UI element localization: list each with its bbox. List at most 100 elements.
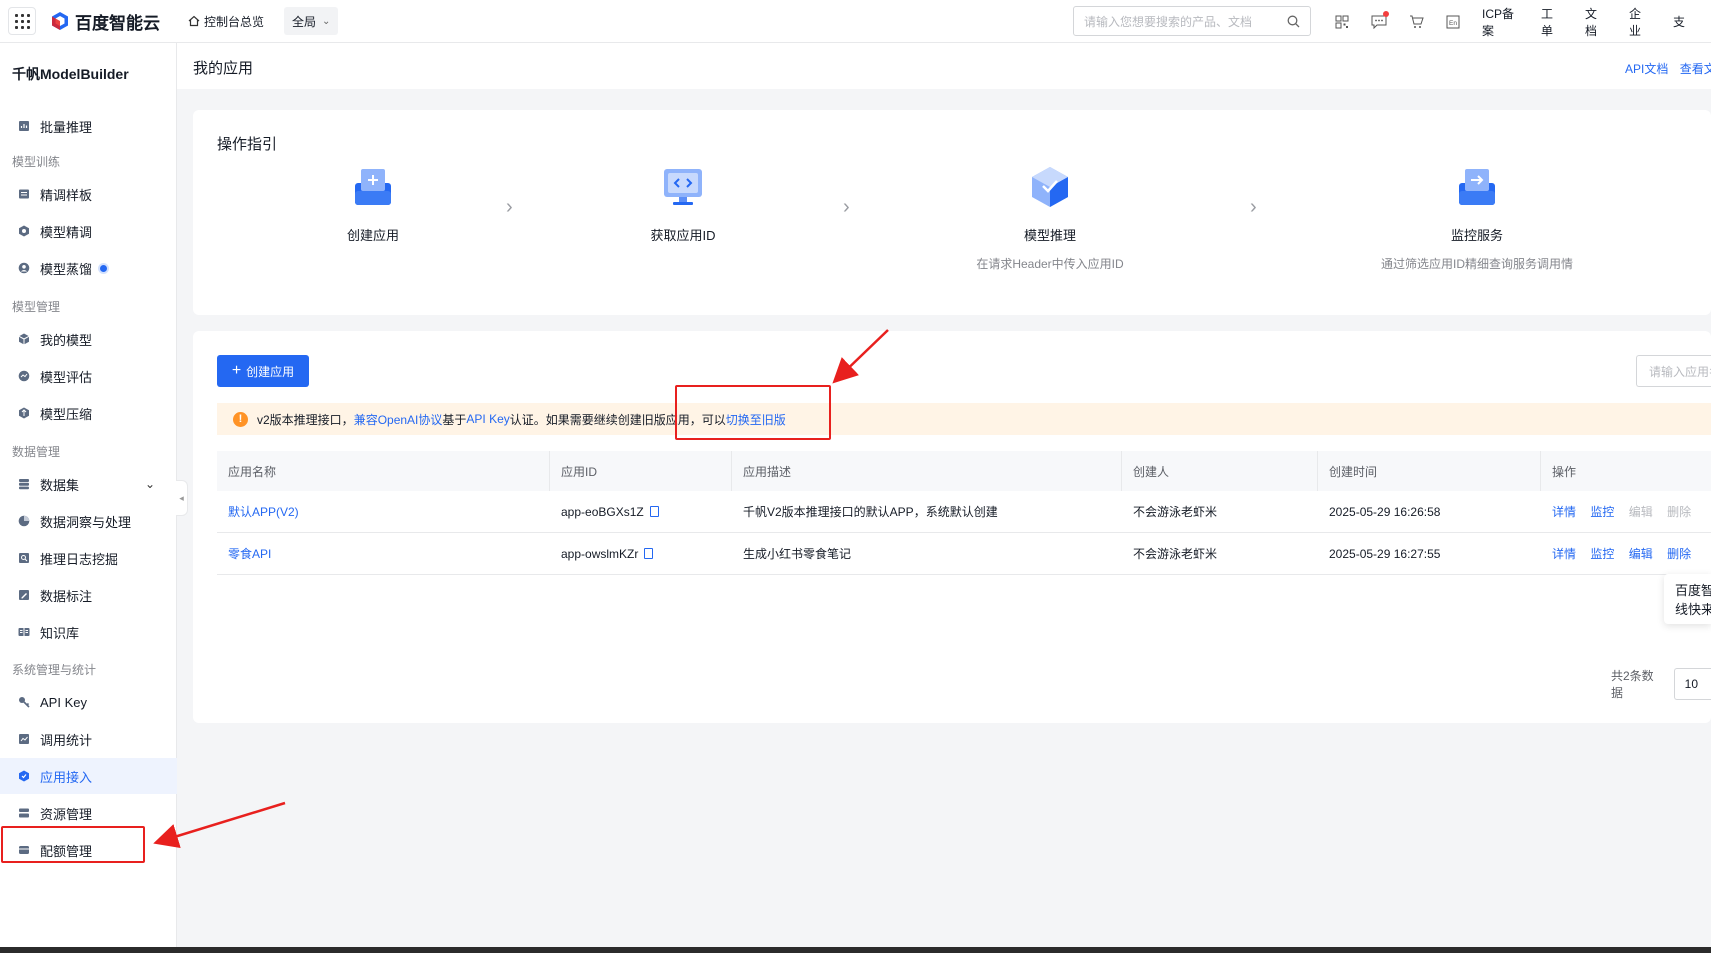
- app-creator: 不会游泳老虾米: [1133, 547, 1218, 561]
- sidebar-item-tune-template[interactable]: 精调样板: [0, 176, 177, 212]
- chevron-down-icon[interactable]: ⌄: [145, 477, 155, 491]
- edit-link[interactable]: 编辑: [1629, 547, 1653, 561]
- col-header-name: 应用名称: [217, 451, 550, 491]
- api-key-link[interactable]: API Key: [466, 412, 509, 426]
- page-links: API文档 查看文: [1625, 60, 1711, 77]
- brand-logo[interactable]: 百度智能云: [50, 9, 160, 34]
- create-app-button[interactable]: + 创建应用: [217, 355, 309, 387]
- log-icon: [17, 552, 30, 565]
- promo-line-1: 百度智: [1675, 583, 1711, 598]
- sidebar-item-label: 调用统计: [40, 732, 93, 748]
- page-size-select[interactable]: 10: [1673, 668, 1711, 700]
- batch-icon: [17, 120, 30, 133]
- sidebar-item-knowledge-base[interactable]: 知识库: [0, 614, 177, 650]
- app-grid-icon[interactable]: [8, 7, 36, 35]
- sidebar-collapse-handle[interactable]: ◂: [176, 480, 188, 516]
- sidebar-item-batch-inference[interactable]: 批量推理: [0, 108, 177, 144]
- console-home-link[interactable]: 控制台总览: [188, 13, 264, 30]
- copy-icon[interactable]: [649, 505, 659, 517]
- tune-icon: [17, 225, 30, 238]
- guide-step-desc: 通过筛选应用ID精细查询服务调用情: [1380, 257, 1573, 271]
- monitor-link[interactable]: 监控: [1590, 505, 1614, 519]
- chevron-right-icon: ›: [506, 196, 513, 218]
- sidebar-item-app-access[interactable]: 应用接入: [0, 758, 177, 794]
- region-label: 全局: [292, 14, 317, 29]
- docs-link[interactable]: 文档: [1585, 5, 1603, 39]
- sidebar-item-call-stats[interactable]: 调用统计: [0, 721, 177, 757]
- message-icon[interactable]: [1371, 10, 1389, 31]
- api-docs-link[interactable]: API文档: [1625, 62, 1668, 76]
- key-icon: [17, 696, 30, 709]
- taskbar-strip: [0, 947, 1711, 953]
- sidebar-item-data-insight[interactable]: 数据洞察与处理: [0, 503, 177, 539]
- guide-step-create-app: 创建应用: [323, 165, 423, 244]
- app-name-filter-input[interactable]: 请输入应用名称: [1636, 355, 1711, 387]
- floating-promo-tip[interactable]: 百度智 线快来: [1664, 574, 1711, 624]
- home-icon: [188, 15, 200, 27]
- ticket-link[interactable]: 工单: [1541, 5, 1559, 39]
- sidebar-item-label: 推理日志挖掘: [40, 551, 119, 567]
- cube-icon: [17, 333, 30, 346]
- sidebar-item-label: API Key: [40, 694, 87, 710]
- sidebar-item-model-distill[interactable]: 模型蒸馏: [0, 250, 177, 286]
- enterprise-link[interactable]: 企业: [1629, 5, 1647, 39]
- sidebar-item-api-key[interactable]: API Key: [0, 684, 177, 720]
- sidebar-item-label: 模型蒸馏: [40, 261, 93, 277]
- annotation-box-app-access: [1, 826, 145, 863]
- chevron-down-icon: ⌄: [322, 15, 331, 27]
- sidebar-item-label: 模型压缩: [40, 406, 93, 422]
- search-placeholder: 请输入您想要搜索的产品、文档: [1084, 14, 1253, 29]
- region-select[interactable]: 全局 ⌄: [284, 7, 339, 35]
- delete-link[interactable]: 删除: [1667, 547, 1691, 561]
- guide-step-model-inference: 模型推理 在请求Header中传入应用ID: [950, 165, 1150, 272]
- unread-dot: [1383, 10, 1389, 17]
- guide-step-name: 创建应用: [346, 228, 399, 243]
- monitor-link[interactable]: 监控: [1590, 547, 1614, 561]
- monitor-service-illustration-icon: [1459, 169, 1495, 205]
- distill-icon: [17, 262, 30, 275]
- sidebar-item-model-compress[interactable]: 模型压缩: [0, 395, 177, 431]
- sidebar-item-label: 批量推理: [40, 119, 93, 135]
- sidebar-item-log-mining[interactable]: 推理日志挖掘: [0, 540, 177, 576]
- support-link[interactable]: 支: [1673, 13, 1685, 30]
- sidebar-group-system: 系统管理与统计: [12, 663, 97, 677]
- sidebar-item-datasets[interactable]: 数据集 ⌄: [0, 466, 177, 502]
- app-name-link[interactable]: 零食API: [228, 547, 271, 561]
- cart-icon[interactable]: [1409, 13, 1424, 31]
- sidebar-item-label: 应用接入: [40, 769, 93, 785]
- col-header-time: 创建时间: [1318, 451, 1541, 491]
- sidebar: 千帆ModelBuilder 批量推理 模型训练 精调样板 模型精调 模型蒸馏 …: [0, 43, 177, 953]
- view-docs-link[interactable]: 查看文: [1680, 62, 1711, 76]
- app-id: app-owslmKZr: [561, 546, 639, 561]
- copy-icon[interactable]: [644, 547, 654, 559]
- guide-step-desc: 在请求Header中传入应用ID: [976, 257, 1124, 271]
- global-search-input[interactable]: 请输入您想要搜索的产品、文档: [1073, 6, 1311, 36]
- qr-icon[interactable]: [1335, 13, 1349, 31]
- table-row: 默认APP(V2) app-eoBGXs1Z 千帆V2版本推理接口的默认APP，…: [217, 491, 1711, 533]
- sidebar-item-model-tune[interactable]: 模型精调: [0, 213, 177, 249]
- search-icon[interactable]: [1287, 15, 1300, 28]
- sidebar-item-my-models[interactable]: 我的模型: [0, 321, 177, 357]
- version-notice: ! v2版本推理接口， 兼容OpenAI协议 基于 API Key 认证。如果需…: [217, 403, 1711, 435]
- detail-link[interactable]: 详情: [1552, 505, 1576, 519]
- create-app-label: 创建应用: [246, 364, 295, 379]
- sidebar-item-label: 知识库: [40, 625, 80, 641]
- chart-icon: [17, 733, 30, 746]
- book-icon: [17, 626, 30, 639]
- total-count: 共2条数据: [1611, 669, 1654, 700]
- sidebar-item-data-annotate[interactable]: 数据标注: [0, 577, 177, 613]
- icp-link[interactable]: ICP备案: [1482, 5, 1515, 39]
- guide-step-name: 获取应用ID: [650, 228, 716, 243]
- table-row: 零食API app-owslmKZr 生成小红书零食笔记 不会游泳老虾米 202…: [217, 533, 1711, 575]
- app-name-link[interactable]: 默认APP(V2): [228, 505, 299, 519]
- console-home-label: 控制台总览: [204, 14, 265, 29]
- svg-text:En: En: [1449, 20, 1457, 27]
- app-created-time: 2025-05-29 16:27:55: [1329, 546, 1441, 561]
- chevron-right-icon: ›: [1250, 196, 1257, 218]
- language-icon[interactable]: En: [1446, 13, 1460, 31]
- sidebar-item-label: 模型评估: [40, 369, 93, 385]
- openai-compat-link[interactable]: 兼容OpenAI协议: [354, 411, 443, 428]
- sidebar-item-model-evaluate[interactable]: 模型评估: [0, 358, 177, 394]
- top-actions: En ICP备案 工单 文档 企业 支: [1335, 0, 1711, 43]
- detail-link[interactable]: 详情: [1552, 547, 1576, 561]
